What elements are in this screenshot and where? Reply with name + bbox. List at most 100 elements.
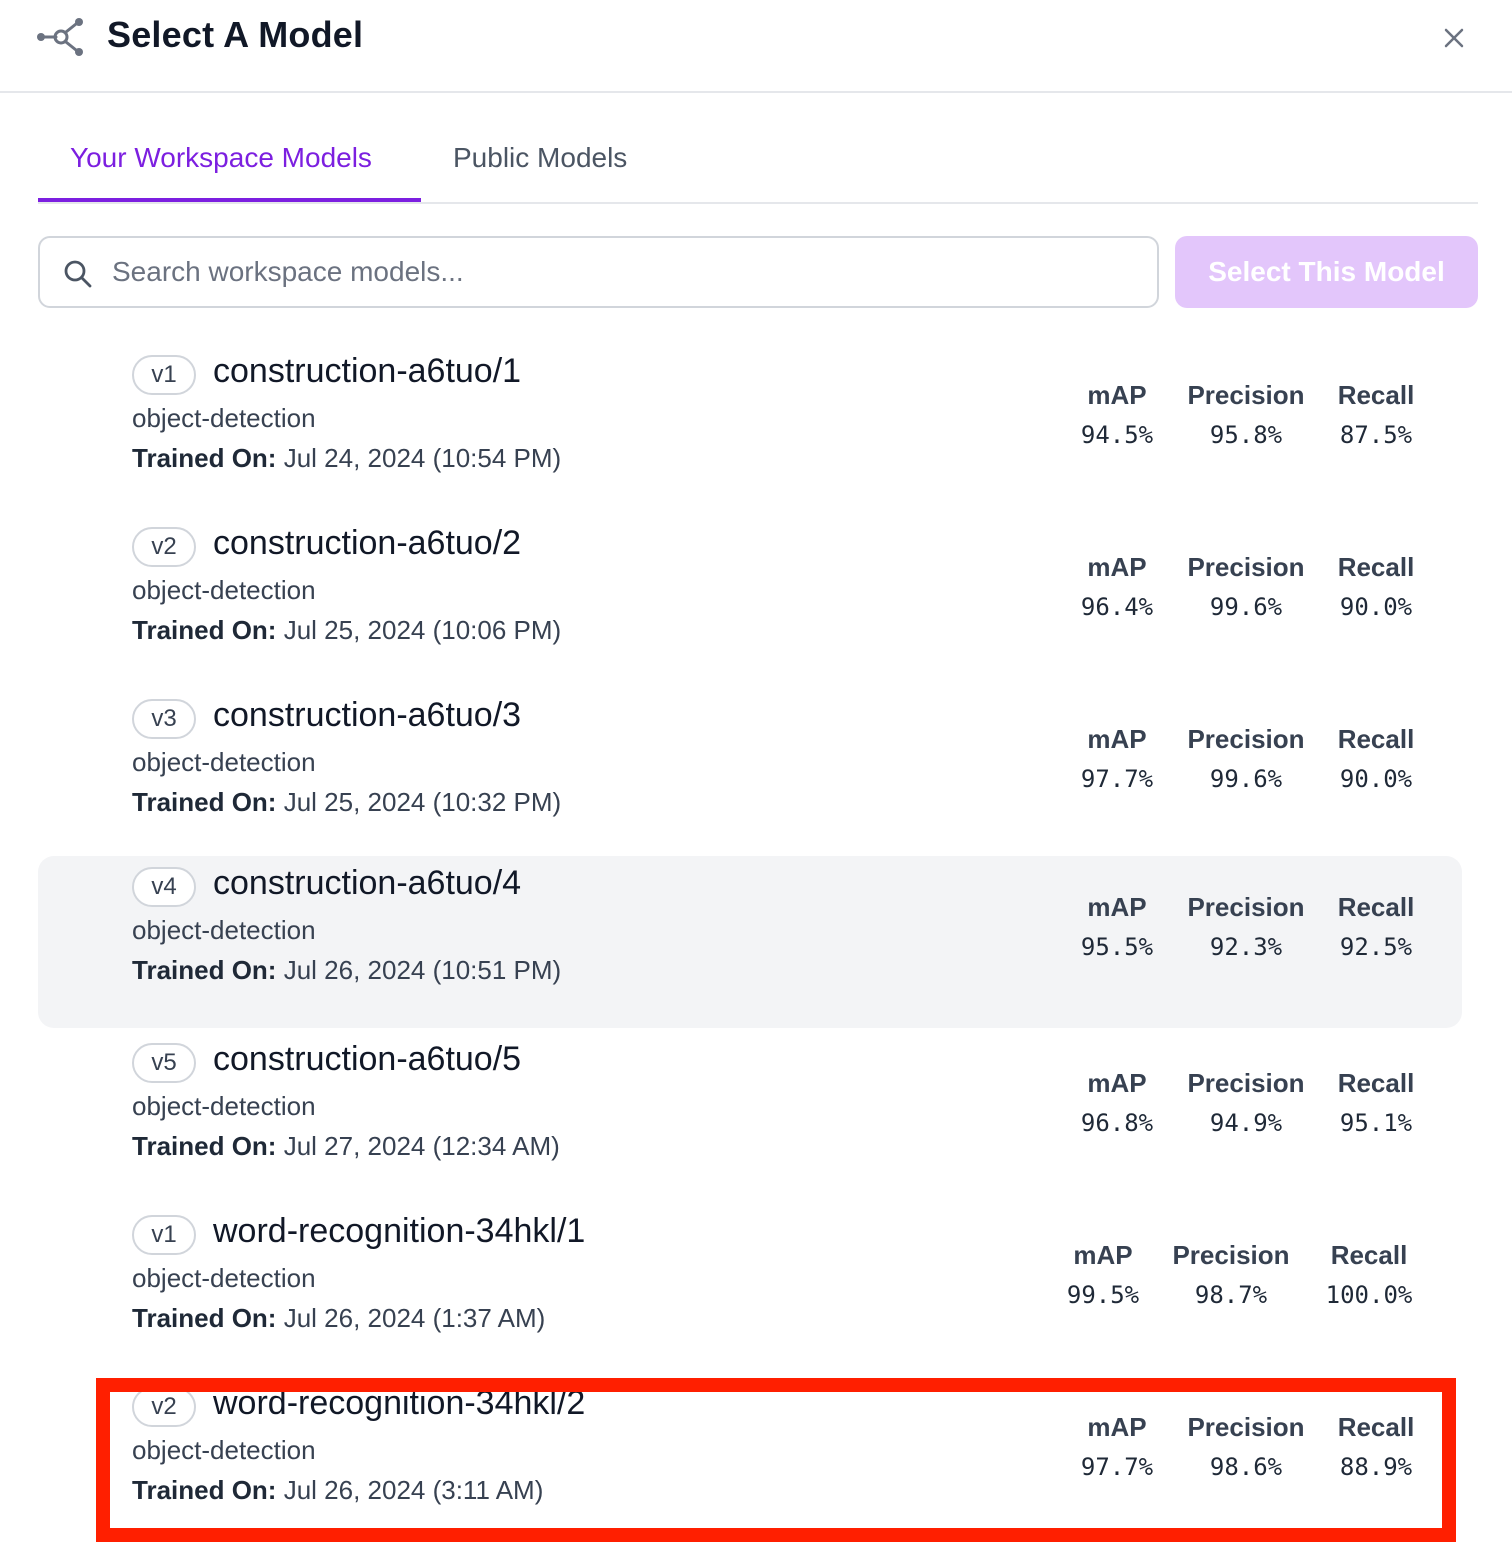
metric-label: Precision (1187, 1068, 1305, 1098)
model-row[interactable]: v2 construction-a6tuo/2 object-detection Tr… (38, 516, 1462, 688)
metric-precision: Precision 92.3% (1181, 892, 1311, 961)
model-row[interactable]: v1 construction-a6tuo/1 object-detection Tr… (38, 344, 1462, 516)
version-badge: v4 (132, 867, 196, 907)
metric-label: mAP (1087, 380, 1147, 410)
metric-value: 98.7% (1194, 1281, 1268, 1309)
modal-title: Select A Model (107, 14, 364, 55)
metric-recall: Recall 90.0% (1311, 724, 1441, 793)
metric-recall: Recall 88.9% (1311, 1412, 1441, 1481)
metric-value: 97.7% (1080, 765, 1154, 793)
metric-label: Precision (1187, 724, 1305, 754)
trained-on-label: Trained On: (132, 1131, 277, 1161)
metric-label: Recall (1337, 1068, 1415, 1098)
metric-map: mAP 94.5% (1052, 380, 1182, 449)
metric-label: Precision (1172, 1240, 1290, 1270)
metric-map: mAP 99.5% (1038, 1240, 1168, 1309)
trained-on-date: Jul 26, 2024 (1:37 AM) (283, 1303, 546, 1333)
model-name: construction-a6tuo/4 (213, 864, 522, 902)
metric-value: 88.9% (1339, 1453, 1413, 1481)
metric-value: 99.6% (1209, 593, 1283, 621)
metric-value: 90.0% (1339, 593, 1413, 621)
select-this-model-button[interactable]: Select This Model (1175, 236, 1478, 308)
metric-label: Recall (1330, 1240, 1408, 1270)
model-name: construction-a6tuo/2 (213, 524, 522, 562)
metric-value: 87.5% (1339, 421, 1413, 449)
model-row[interactable]: v5 construction-a6tuo/5 object-detection Tr… (38, 1032, 1462, 1204)
metric-precision: Precision 99.6% (1181, 552, 1311, 621)
model-name: construction-a6tuo/3 (213, 696, 522, 734)
trained-on: Trained On: Jul 25, 2024 (10:06 PM) (132, 615, 561, 646)
metric-label: Precision (1187, 380, 1305, 410)
metric-value: 96.8% (1080, 1109, 1154, 1137)
trained-on-date: Jul 27, 2024 (12:34 AM) (283, 1131, 560, 1161)
metric-label: mAP (1087, 552, 1147, 582)
metric-map: mAP 97.7% (1052, 1412, 1182, 1481)
metric-value: 90.0% (1339, 765, 1413, 793)
model-type: object-detection (132, 403, 316, 433)
metric-label: Recall (1337, 892, 1415, 922)
trained-on-label: Trained On: (132, 1475, 277, 1505)
active-tab-indicator (38, 198, 421, 202)
metric-label: mAP (1087, 724, 1147, 754)
metric-value: 98.6% (1209, 1453, 1283, 1481)
metric-recall: Recall 100.0% (1304, 1240, 1434, 1309)
version-badge: v3 (132, 699, 196, 739)
metric-label: Precision (1187, 1412, 1305, 1442)
version-badge: v1 (132, 355, 196, 395)
metric-value: 95.1% (1339, 1109, 1413, 1137)
model-type: object-detection (132, 575, 316, 605)
metric-label: Recall (1337, 1412, 1415, 1442)
metric-value: 94.9% (1209, 1109, 1283, 1137)
close-icon[interactable] (1440, 24, 1468, 52)
model-type: object-detection (132, 915, 316, 945)
model-name: construction-a6tuo/1 (213, 352, 522, 390)
trained-on-label: Trained On: (132, 955, 277, 985)
tab-workspace-models[interactable]: Your Workspace Models (70, 142, 372, 174)
metric-map: mAP 96.4% (1052, 552, 1182, 621)
metric-label: mAP (1087, 1412, 1147, 1442)
search-icon (64, 260, 92, 288)
trained-on-date: Jul 24, 2024 (10:54 PM) (283, 443, 562, 473)
metric-label: Precision (1187, 552, 1305, 582)
tab-public-models[interactable]: Public Models (453, 142, 627, 174)
metric-recall: Recall 90.0% (1311, 552, 1441, 621)
model-row[interactable]: v2 word-recognition-34hkl/2 object-detecti… (38, 1376, 1462, 1546)
trained-on: Trained On: Jul 26, 2024 (1:37 AM) (132, 1303, 545, 1334)
metric-map: mAP 95.5% (1052, 892, 1182, 961)
model-row[interactable]: v1 word-recognition-34hkl/1 object-detecti… (38, 1204, 1462, 1376)
metric-value: 100.0% (1325, 1281, 1413, 1309)
metric-value: 99.6% (1209, 765, 1283, 793)
metric-recall: Recall 95.1% (1311, 1068, 1441, 1137)
trained-on-label: Trained On: (132, 615, 277, 645)
metric-label: Recall (1337, 380, 1415, 410)
metric-label: mAP (1087, 1068, 1147, 1098)
metric-value: 94.5% (1080, 421, 1154, 449)
model-type: object-detection (132, 1435, 316, 1465)
metric-precision: Precision 98.6% (1181, 1412, 1311, 1481)
search-input[interactable] (112, 250, 1132, 294)
trained-on: Trained On: Jul 26, 2024 (10:51 PM) (132, 955, 561, 986)
metric-label: Recall (1337, 724, 1415, 754)
model-type: object-detection (132, 747, 316, 777)
version-badge: v1 (132, 1215, 196, 1255)
metric-value: 92.5% (1339, 933, 1413, 961)
network-nodes-icon (37, 18, 83, 56)
modal-header: Select A Model (0, 0, 1512, 93)
trained-on-date: Jul 26, 2024 (3:11 AM) (283, 1475, 544, 1505)
trained-on-label: Trained On: (132, 1303, 277, 1333)
metric-map: mAP 96.8% (1052, 1068, 1182, 1137)
model-type: object-detection (132, 1091, 316, 1121)
model-name: construction-a6tuo/5 (213, 1040, 522, 1078)
metric-recall: Recall 92.5% (1311, 892, 1441, 961)
model-source-tabs: Your Workspace Models Public Models (38, 120, 1478, 204)
trained-on: Trained On: Jul 27, 2024 (12:34 AM) (132, 1131, 560, 1162)
model-type: object-detection (132, 1263, 316, 1293)
metric-value: 95.8% (1209, 421, 1283, 449)
trained-on: Trained On: Jul 24, 2024 (10:54 PM) (132, 443, 561, 474)
metric-value: 95.5% (1080, 933, 1154, 961)
model-row[interactable]: v4 construction-a6tuo/4 object-detection Tr… (38, 856, 1462, 1028)
trained-on-label: Trained On: (132, 787, 277, 817)
model-row[interactable]: v3 construction-a6tuo/3 object-detection Tr… (38, 688, 1462, 860)
metric-value: 97.7% (1080, 1453, 1154, 1481)
trained-on-date: Jul 26, 2024 (10:51 PM) (283, 955, 562, 985)
